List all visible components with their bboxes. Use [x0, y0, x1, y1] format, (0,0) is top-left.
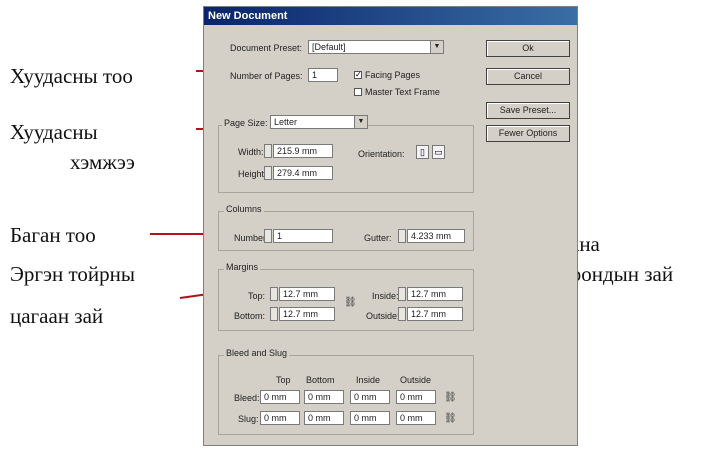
ok-button[interactable]: Ok	[486, 40, 570, 57]
bleed-bottom-input[interactable]: 0 mm	[304, 390, 344, 404]
bleed-inside-input[interactable]: 0 mm	[350, 390, 390, 404]
bleed-col-top: Top	[276, 375, 291, 385]
height-input[interactable]: 279.4 mm	[273, 166, 333, 180]
margins-group-title: Margins	[224, 262, 261, 272]
bleed-label: Bleed:	[234, 393, 260, 403]
bleed-col-bottom: Bottom	[306, 375, 335, 385]
outside-margin-label: Outside:	[366, 311, 400, 321]
orientation-label: Orientation:	[358, 149, 405, 159]
chevron-down-icon: ▼	[354, 116, 367, 128]
width-stepper[interactable]	[264, 144, 272, 158]
annotation-margins-2: цагаан зай	[10, 304, 104, 328]
slug-bottom-input[interactable]: 0 mm	[304, 411, 344, 425]
bleed-top-input[interactable]: 0 mm	[260, 390, 300, 404]
slug-top-input[interactable]: 0 mm	[260, 411, 300, 425]
bleed-link-icon[interactable]: ⛓	[444, 392, 457, 403]
bleed-col-outside: Outside	[400, 375, 432, 385]
fewer-options-button[interactable]: Fewer Options	[486, 125, 570, 142]
page-size-value: Letter	[274, 117, 298, 127]
portrait-orientation-icon[interactable]: ▯	[416, 145, 429, 159]
columns-number-stepper[interactable]	[264, 229, 272, 243]
outside-margin-stepper[interactable]	[398, 307, 406, 321]
gutter-input[interactable]: 4.233 mm	[407, 229, 465, 243]
master-text-frame-label: Master Text Frame	[365, 87, 440, 97]
height-stepper[interactable]	[264, 166, 272, 180]
annotation-pages-count: Хуудасны тоо	[10, 64, 133, 88]
slug-inside-input[interactable]: 0 mm	[350, 411, 390, 425]
landscape-orientation-icon[interactable]: ▭	[432, 145, 445, 159]
top-margin-stepper[interactable]	[270, 287, 278, 301]
number-of-pages-input[interactable]: 1	[308, 68, 338, 82]
master-text-frame-checkbox[interactable]	[354, 88, 362, 96]
top-margin-input[interactable]: 12.7 mm	[279, 287, 335, 301]
dialog-title: New Document	[204, 7, 577, 25]
page-size-group	[218, 125, 474, 193]
page-size-label: Page Size:	[222, 118, 270, 128]
number-of-pages-label: Number of Pages:	[230, 71, 303, 81]
document-preset-label: Document Preset:	[230, 43, 303, 53]
document-preset-value: [Default]	[312, 42, 346, 52]
bottom-margin-label: Bottom:	[234, 311, 266, 321]
annotation-margins-1: Эргэн тойрны	[10, 262, 135, 286]
outside-margin-input[interactable]: 12.7 mm	[407, 307, 463, 321]
width-input[interactable]: 215.9 mm	[273, 144, 333, 158]
save-preset-button[interactable]: Save Preset...	[486, 102, 570, 119]
columns-number-input[interactable]: 1	[273, 229, 333, 243]
bleed-col-inside: Inside	[356, 375, 381, 385]
bottom-margin-input[interactable]: 12.7 mm	[279, 307, 335, 321]
annotation-page-size-2: хэмжээ	[70, 150, 135, 174]
columns-group-title: Columns	[224, 204, 264, 214]
bleed-outside-input[interactable]: 0 mm	[396, 390, 436, 404]
annotation-page-size-1: Хуудасны	[10, 120, 98, 144]
bleed-slug-group-title: Bleed and Slug	[224, 348, 290, 358]
width-label: Width:	[238, 147, 264, 157]
page-size-select[interactable]: Letter ▼	[270, 115, 368, 129]
link-chain-icon[interactable]: ⛓	[344, 297, 357, 308]
slug-link-icon[interactable]: ⛓	[444, 413, 457, 424]
height-label: Height:	[238, 169, 267, 179]
inside-margin-input[interactable]: 12.7 mm	[407, 287, 463, 301]
top-margin-label: Top:	[248, 291, 266, 301]
facing-pages-checkbox[interactable]: ✓	[354, 71, 362, 79]
inside-margin-label: Inside:	[372, 291, 399, 301]
slug-outside-input[interactable]: 0 mm	[396, 411, 436, 425]
gutter-stepper[interactable]	[398, 229, 406, 243]
facing-pages-label: Facing Pages	[365, 70, 421, 80]
new-document-dialog: New Document Document Preset: [Default] …	[203, 6, 578, 446]
slug-label: Slug:	[238, 414, 259, 424]
chevron-down-icon: ▼	[430, 41, 443, 53]
inside-margin-stepper[interactable]	[398, 287, 406, 301]
bottom-margin-stepper[interactable]	[270, 307, 278, 321]
document-preset-select[interactable]: [Default] ▼	[308, 40, 444, 54]
cancel-button[interactable]: Cancel	[486, 68, 570, 85]
gutter-label: Gutter:	[364, 233, 392, 243]
annotation-columns-count: Баган тоо	[10, 223, 96, 247]
